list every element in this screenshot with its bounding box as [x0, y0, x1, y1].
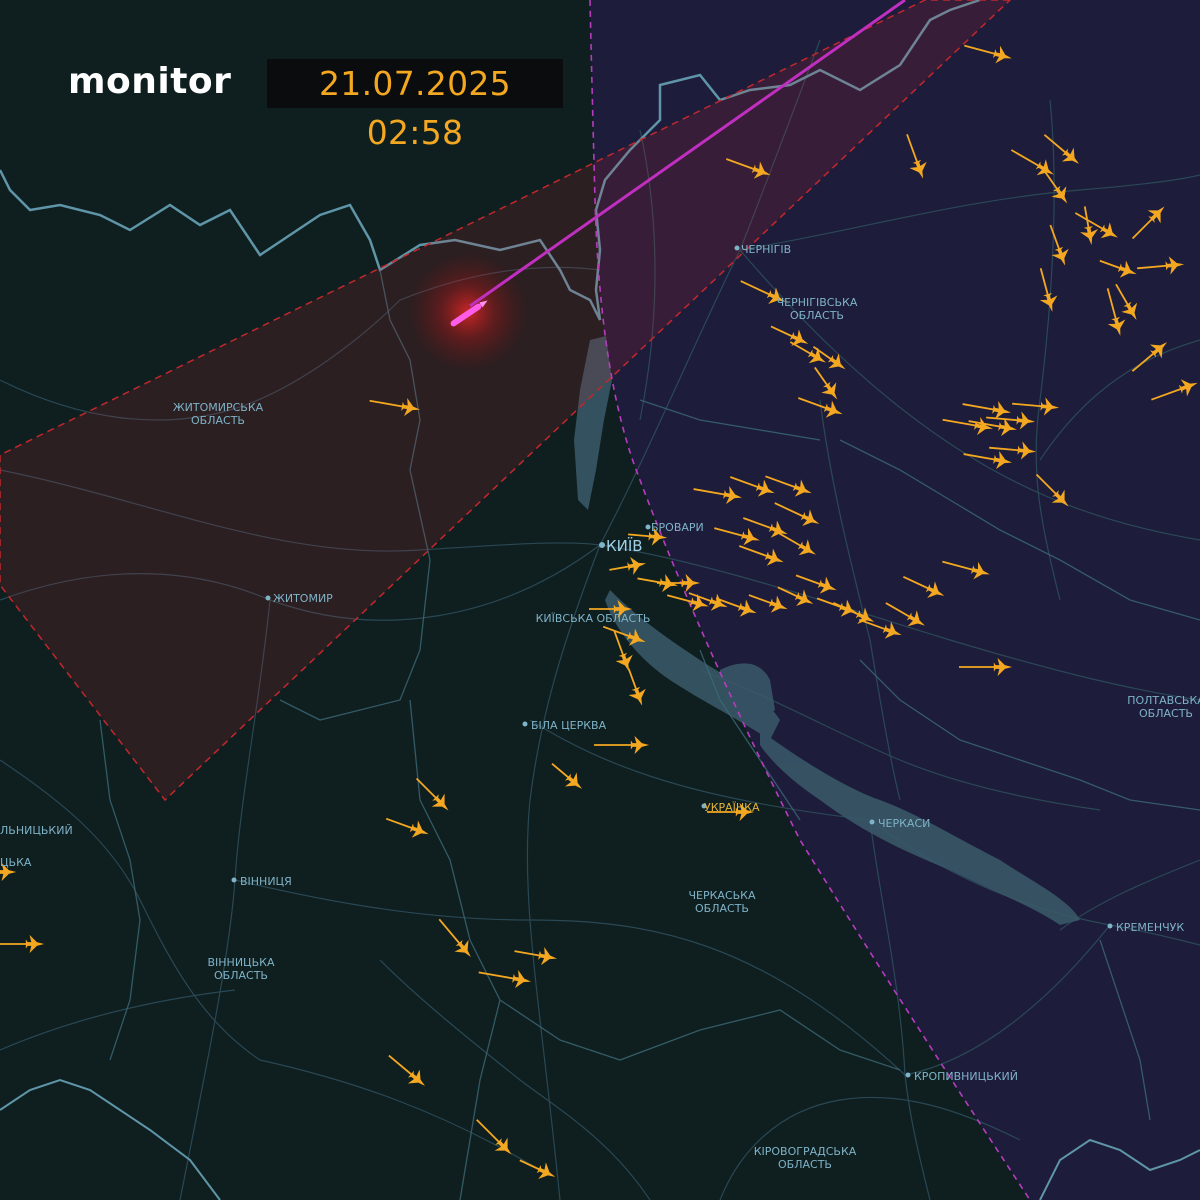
city-label-cherkasy: ЧЕРКАСИ	[878, 817, 930, 830]
city-dot-icon	[1107, 923, 1113, 929]
city-label-chernihiv: ЧЕРНІГІВ	[741, 243, 791, 256]
city-dot-icon	[645, 524, 651, 530]
city-dot-icon	[599, 542, 605, 548]
brand-logo: monitor	[68, 61, 232, 102]
region-label-cherkasy: ЧЕРКАСЬКА ОБЛАСТЬ	[688, 889, 755, 915]
city-dot-icon	[869, 819, 875, 825]
city-label-brovary: БРОВАРИ	[651, 521, 704, 534]
city-label-vinnytsia: ВІННИЦЯ	[240, 875, 292, 888]
city-label-kyiv: КИЇВ	[606, 536, 643, 555]
city-label-bila-tserkva: БІЛА ЦЕРКВА	[531, 719, 607, 732]
region-label-khmelnytskyi-2: ЦЬКА	[0, 856, 32, 869]
region-label-khmelnytskyi: ЛЬНИЦЬКИЙ	[0, 824, 73, 837]
city-label-ukrainka: УКРАЇНКА	[704, 801, 760, 814]
city-label-kropyvnytskyi: КРОПИВНИЦЬКИЙ	[914, 1070, 1018, 1083]
city-dot-icon	[905, 1072, 911, 1078]
timestamp: 21.07.2025 02:58	[267, 59, 563, 152]
region-label-poltava: ПОЛТАВСЬКА ОБЛАСТЬ	[1127, 694, 1200, 720]
city-dot-icon	[231, 877, 237, 883]
city-label-kremenchuk: КРЕМЕНЧУК	[1116, 921, 1184, 934]
air-threat-map: ЧЕРНІГІВ БРОВАРИ КИЇВ ЖИТОМИР БІЛА ЦЕРКВ…	[0, 0, 1200, 1200]
city-label-zhytomyr: ЖИТОМИР	[273, 592, 333, 605]
region-label-kyiv: КИЇВСЬКА ОБЛАСТЬ	[536, 612, 651, 625]
region-label-vinnytsia: ВІННИЦЬКА ОБЛАСТЬ	[208, 956, 275, 982]
city-dot-icon	[734, 245, 740, 251]
city-dot-icon	[522, 721, 528, 727]
city-dot-icon	[265, 595, 271, 601]
